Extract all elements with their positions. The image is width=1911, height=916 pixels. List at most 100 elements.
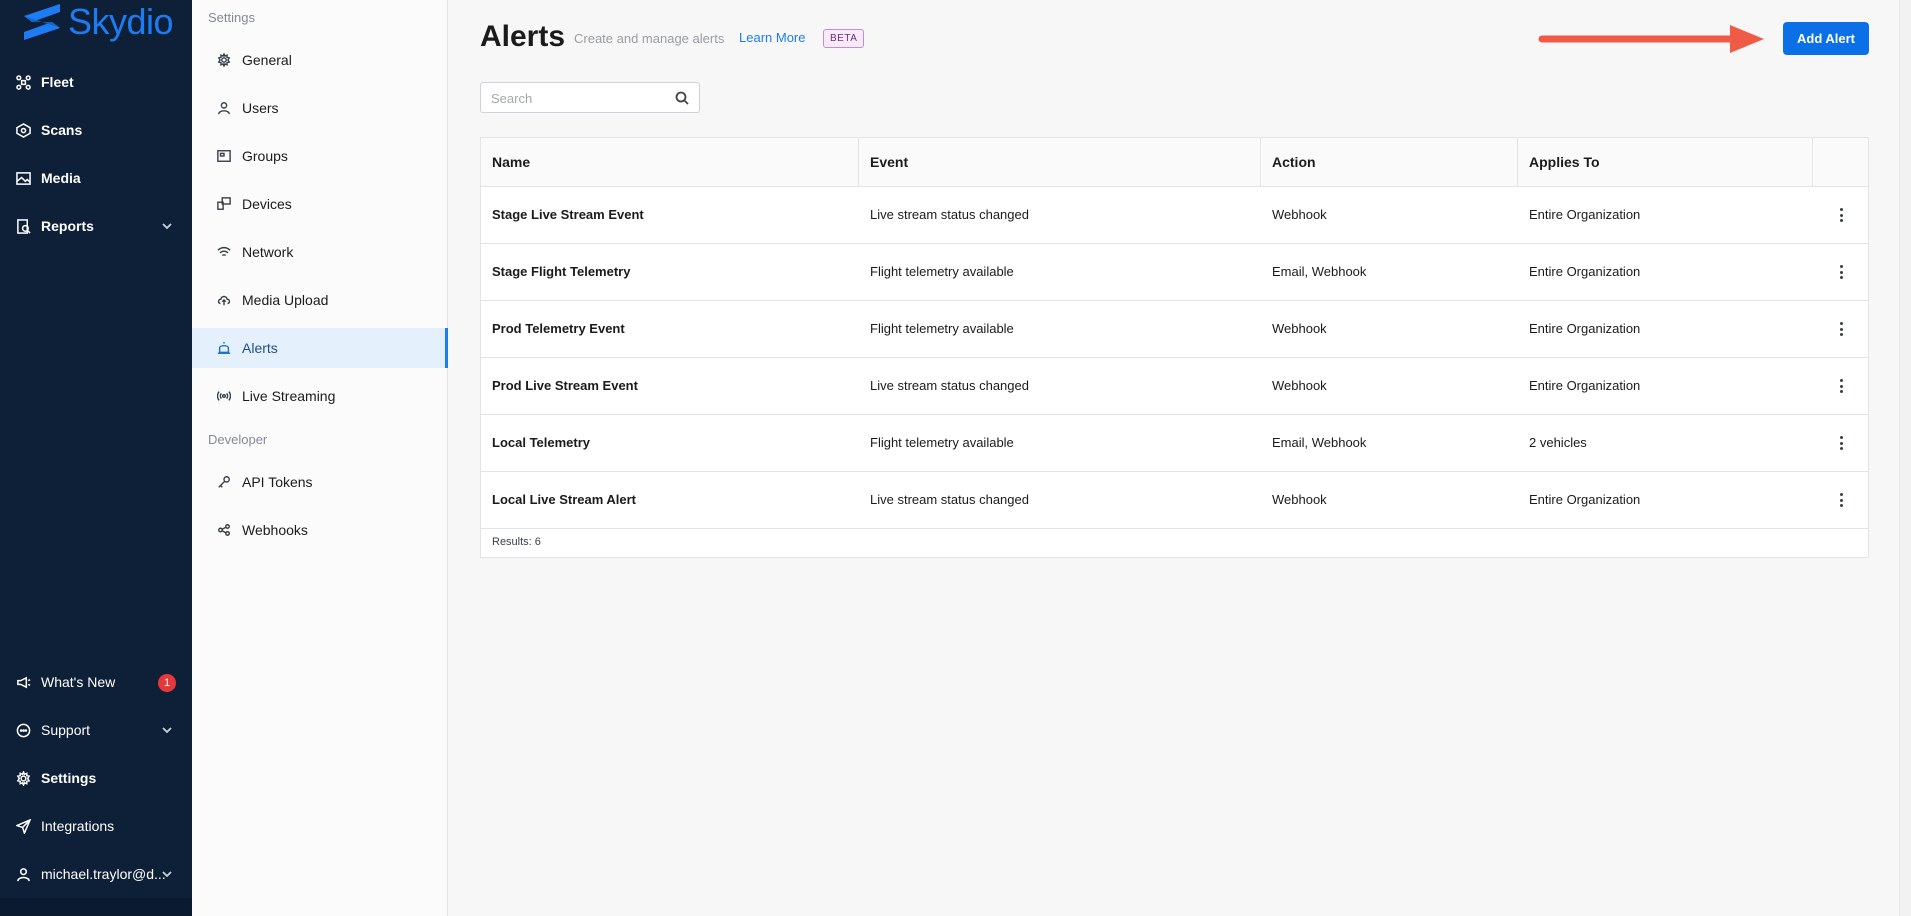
table-row[interactable]: Local Telemetry Flight telemetry availab… bbox=[481, 415, 1868, 472]
user-icon bbox=[216, 100, 232, 116]
nav-item-account[interactable]: michael.traylor@d... bbox=[0, 856, 192, 892]
settings-sidebar: Settings General Users Groups Devices Ne… bbox=[192, 0, 448, 916]
sidebar-item-label: Alerts bbox=[242, 340, 278, 356]
reports-icon bbox=[15, 218, 31, 234]
cell-applies-to: 2 vehicles bbox=[1529, 435, 1587, 450]
nav-item-integrations[interactable]: Integrations bbox=[0, 808, 192, 844]
more-vertical-icon[interactable] bbox=[1833, 377, 1849, 395]
main-content: Alerts Create and manage alerts Learn Mo… bbox=[448, 0, 1911, 916]
cell-name: Stage Live Stream Event bbox=[492, 207, 644, 222]
broadcast-icon bbox=[216, 388, 232, 404]
sidebar-item-live-streaming[interactable]: Live Streaming bbox=[192, 376, 448, 416]
cell-event: Flight telemetry available bbox=[870, 435, 1014, 450]
sidebar-item-label: Live Streaming bbox=[242, 388, 336, 404]
sidebar-item-label: Media Upload bbox=[242, 292, 329, 308]
nav-footer bbox=[0, 898, 192, 916]
groups-icon bbox=[216, 148, 232, 164]
page-subtitle: Create and manage alerts bbox=[574, 31, 725, 46]
column-header-event[interactable]: Event bbox=[859, 138, 1261, 186]
sidebar-item-alerts[interactable]: Alerts bbox=[192, 328, 448, 368]
nav-item-label: Scans bbox=[41, 122, 83, 138]
table-row[interactable]: Stage Flight Telemetry Flight telemetry … bbox=[481, 244, 1868, 301]
annotation-arrow-icon bbox=[1538, 25, 1764, 53]
search-icon[interactable] bbox=[675, 91, 689, 105]
table-header: Name Event Action Applies To bbox=[481, 138, 1868, 187]
chevron-down-icon bbox=[160, 867, 174, 881]
skydio-logo[interactable]: Skydio bbox=[20, 1, 174, 42]
sidebar-item-devices[interactable]: Devices bbox=[192, 184, 448, 224]
beta-badge: BETA bbox=[823, 29, 865, 48]
gear-icon bbox=[15, 770, 31, 786]
sidebar-item-webhooks[interactable]: Webhooks bbox=[192, 510, 448, 550]
cell-event: Live stream status changed bbox=[870, 378, 1029, 393]
cell-name: Prod Telemetry Event bbox=[492, 321, 625, 336]
nav-item-support[interactable]: Support bbox=[0, 712, 192, 748]
cell-applies-to: Entire Organization bbox=[1529, 264, 1641, 279]
cell-event: Live stream status changed bbox=[870, 207, 1029, 222]
cell-action: Email, Webhook bbox=[1272, 264, 1367, 279]
more-vertical-icon[interactable] bbox=[1833, 491, 1849, 509]
add-alert-button[interactable]: Add Alert bbox=[1783, 22, 1869, 55]
cell-event: Live stream status changed bbox=[870, 492, 1029, 507]
search-box bbox=[480, 82, 700, 113]
nav-item-label: Reports bbox=[41, 218, 94, 234]
sidebar-item-general[interactable]: General bbox=[192, 40, 448, 80]
fleet-drone-icon bbox=[15, 74, 31, 90]
column-header-action[interactable]: Action bbox=[1261, 138, 1518, 186]
nav-item-fleet[interactable]: Fleet bbox=[0, 64, 192, 100]
column-header-applies-to[interactable]: Applies To bbox=[1518, 138, 1813, 186]
column-header-name[interactable]: Name bbox=[481, 138, 859, 186]
cell-action: Webhook bbox=[1272, 378, 1327, 393]
sidebar-item-media-upload[interactable]: Media Upload bbox=[192, 280, 448, 320]
table-row[interactable]: Local Live Stream Alert Live stream stat… bbox=[481, 472, 1868, 529]
cell-name: Stage Flight Telemetry bbox=[492, 264, 631, 279]
table-row[interactable]: Prod Telemetry Event Flight telemetry av… bbox=[481, 301, 1868, 358]
cell-name: Local Telemetry bbox=[492, 435, 591, 450]
sidebar-item-users[interactable]: Users bbox=[192, 88, 448, 128]
sidebar-item-api-tokens[interactable]: API Tokens bbox=[192, 462, 448, 502]
chevron-down-icon bbox=[160, 219, 174, 233]
cell-name: Local Live Stream Alert bbox=[492, 492, 637, 507]
search-input[interactable] bbox=[491, 89, 661, 107]
notification-badge: 1 bbox=[158, 674, 176, 692]
page-title: Alerts bbox=[480, 20, 566, 53]
nav-item-settings[interactable]: Settings bbox=[0, 760, 192, 796]
nav-item-label: Support bbox=[41, 722, 91, 738]
nav-item-label: michael.traylor@d... bbox=[41, 866, 166, 882]
nav-item-label: Integrations bbox=[41, 818, 115, 834]
more-vertical-icon[interactable] bbox=[1833, 206, 1849, 224]
wifi-icon bbox=[216, 244, 232, 260]
more-vertical-icon[interactable] bbox=[1833, 263, 1849, 281]
nav-item-whats-new[interactable]: What's New 1 bbox=[0, 664, 192, 700]
more-vertical-icon[interactable] bbox=[1833, 434, 1849, 452]
sidebar-item-label: Devices bbox=[242, 196, 292, 212]
cell-applies-to: Entire Organization bbox=[1529, 207, 1641, 222]
section-heading-developer: Developer bbox=[208, 432, 268, 447]
nav-item-reports[interactable]: Reports bbox=[0, 208, 192, 244]
more-vertical-icon[interactable] bbox=[1833, 320, 1849, 338]
sidebar-item-network[interactable]: Network bbox=[192, 232, 448, 272]
primary-nav: Skydio Fleet Scans Media Reports What's … bbox=[0, 0, 192, 916]
cell-applies-to: Entire Organization bbox=[1529, 492, 1641, 507]
cell-applies-to: Entire Organization bbox=[1529, 321, 1641, 336]
table-row[interactable]: Stage Live Stream Event Live stream stat… bbox=[481, 187, 1868, 244]
sidebar-item-groups[interactable]: Groups bbox=[192, 136, 448, 176]
learn-more-link[interactable]: Learn More bbox=[739, 30, 805, 45]
cell-name: Prod Live Stream Event bbox=[492, 378, 638, 393]
table-row[interactable]: Prod Live Stream Event Live stream statu… bbox=[481, 358, 1868, 415]
brand-name: Skydio bbox=[68, 1, 174, 42]
sidebar-item-label: General bbox=[242, 52, 292, 68]
send-plane-icon bbox=[15, 818, 31, 834]
results-count: Results: 6 bbox=[492, 536, 541, 548]
megaphone-icon bbox=[15, 674, 31, 690]
webhook-icon bbox=[216, 522, 232, 538]
nav-item-label: What's New bbox=[41, 674, 116, 690]
nav-item-media[interactable]: Media bbox=[0, 160, 192, 196]
column-header-actions bbox=[1813, 138, 1869, 186]
page-scrollbar[interactable] bbox=[1899, 0, 1911, 916]
nav-item-scans[interactable]: Scans bbox=[0, 112, 192, 148]
chat-bubble-icon bbox=[15, 722, 31, 738]
nav-item-label: Settings bbox=[41, 770, 97, 786]
alarm-icon bbox=[216, 340, 232, 356]
gear-icon bbox=[216, 52, 232, 68]
